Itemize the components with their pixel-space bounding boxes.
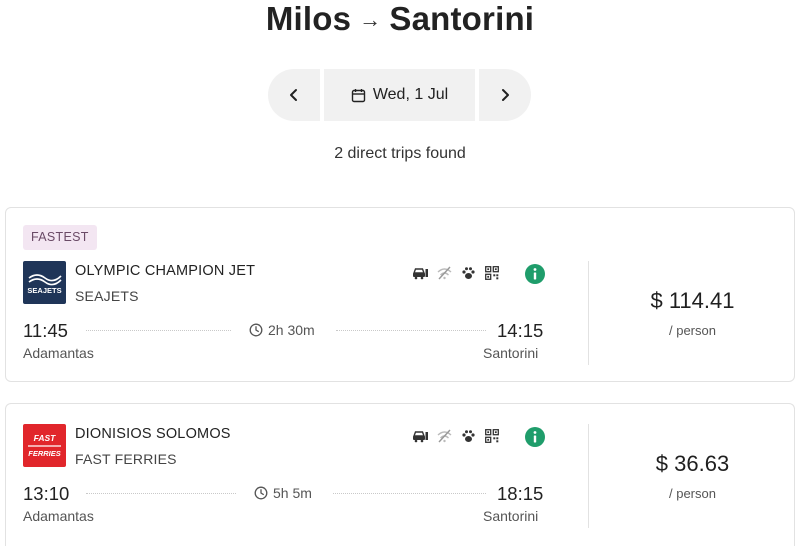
trip-price: $ 114.41 (650, 288, 735, 313)
car-icon (408, 429, 432, 443)
route-title: Milos → Santorini (0, 0, 800, 42)
duration-text: 5h 5m (273, 485, 312, 501)
next-day-button[interactable] (479, 69, 531, 121)
route-line (86, 493, 236, 494)
trip-duration: 5h 5m (254, 485, 312, 501)
amenities (408, 426, 508, 446)
operator-name: SEAJETS (75, 288, 139, 304)
route-line (333, 493, 486, 494)
price-unit: / person (669, 323, 716, 338)
chevron-right-icon (502, 89, 509, 101)
no-wifi-icon (432, 429, 456, 443)
arrival-time: 18:15 (497, 483, 544, 504)
destination-city: Santorini (389, 0, 535, 37)
arrival-port: Santorini (483, 345, 539, 361)
previous-day-button[interactable] (268, 69, 320, 121)
logo-text: SEAJETS (27, 286, 61, 295)
results-count: 2 direct trips found (334, 145, 466, 162)
arrival-port: Santorini (483, 508, 539, 524)
clock-icon (249, 323, 263, 337)
qr-code-icon (480, 429, 504, 443)
calendar-icon (351, 88, 366, 102)
info-icon[interactable] (525, 427, 545, 447)
operator-logo-fast-ferries: FAST FERRIES (23, 424, 66, 467)
logo-text: FERRIES (28, 449, 61, 458)
car-icon (408, 266, 432, 280)
trip-card[interactable]: FASTEST SEAJETS OLYMPIC CHAMPION JET SEA… (5, 207, 795, 382)
no-wifi-icon (432, 266, 456, 280)
price-unit: / person (669, 486, 716, 501)
departure-time: 13:10 (23, 483, 70, 504)
arrow-right-icon: → (359, 7, 382, 32)
date-navigator: Wed, 1 Jul (268, 69, 531, 121)
arrival-time: 14:15 (497, 320, 544, 341)
info-icon[interactable] (525, 264, 545, 284)
vessel-name: OLYMPIC CHAMPION JET (75, 263, 256, 279)
trip-card[interactable]: FAST FERRIES DIONISIOS SOLOMOS FAST FERR… (5, 403, 795, 546)
departure-time: 11:45 (23, 320, 68, 341)
operator-name: FAST FERRIES (75, 451, 177, 467)
qr-code-icon (480, 266, 504, 280)
trip-price: $ 36.63 (655, 451, 730, 476)
pet-icon (456, 266, 480, 280)
clock-icon (254, 486, 268, 500)
trip-duration: 2h 30m (249, 322, 315, 338)
route-line (86, 330, 231, 331)
selected-date: Wed, 1 Jul (372, 86, 449, 103)
duration-text: 2h 30m (268, 322, 315, 338)
pet-icon (456, 429, 480, 443)
amenities (408, 263, 508, 283)
logo-text: FAST (34, 433, 57, 443)
departure-port: Adamantas (23, 508, 94, 524)
route-line (336, 330, 486, 331)
fastest-badge: FASTEST (23, 225, 97, 250)
date-picker-button[interactable]: Wed, 1 Jul (324, 69, 475, 121)
chevron-left-icon (290, 89, 297, 101)
vessel-name: DIONISIOS SOLOMOS (75, 426, 231, 442)
operator-logo-seajets: SEAJETS (23, 261, 66, 304)
origin-city: Milos (265, 0, 352, 37)
departure-port: Adamantas (23, 345, 94, 361)
